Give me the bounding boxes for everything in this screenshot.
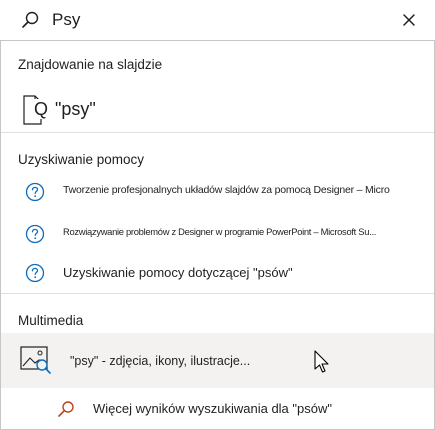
media-result-row[interactable]: "psy" - zdjęcia, ikony, ilustracje...	[1, 333, 434, 388]
help-circle-icon	[25, 263, 45, 283]
find-result-text: "psy"	[55, 99, 96, 119]
close-icon[interactable]	[399, 10, 419, 30]
help-item-psy[interactable]: Uzyskiwanie pomocy dotyczącej "psów"	[1, 256, 434, 290]
more-results-row[interactable]: Więcej wyników wyszukiwania dla "psów"	[1, 391, 434, 427]
help-item-label: Uzyskiwanie pomocy dotyczącej "psów"	[63, 265, 293, 280]
search-bar	[0, 0, 435, 40]
find-result-q-glyph: Q	[34, 99, 49, 119]
help-item-label: Tworzenie profesjonalnych układów slajdó…	[63, 184, 390, 196]
results-dropdown: Znajdowanie na slajdzie Q "psy" Uzyskiwa…	[0, 40, 435, 430]
more-results-label: Więcej wyników wyszukiwania dla "psów"	[93, 401, 332, 416]
divider	[1, 132, 434, 133]
help-item-designer-layouts[interactable]: Tworzenie profesjonalnych układów slajdó…	[1, 175, 434, 209]
mouse-cursor-icon	[314, 350, 329, 373]
search-panel: Znajdowanie na slajdzie Q "psy" Uzyskiwa…	[0, 0, 435, 430]
image-search-icon	[20, 346, 51, 374]
search-icon	[58, 401, 74, 417]
help-circle-icon	[25, 182, 45, 202]
divider	[1, 293, 434, 294]
section-title-help: Uzyskiwanie pomocy	[18, 152, 145, 167]
section-title-media: Multimedia	[18, 313, 84, 328]
help-item-designer-troubleshoot[interactable]: Rozwiązywanie problemów z Designer w pro…	[1, 217, 434, 251]
search-icon	[22, 11, 39, 28]
help-circle-icon	[25, 224, 45, 244]
section-title-find: Znajdowanie na slajdzie	[18, 57, 163, 72]
search-input[interactable]	[52, 6, 372, 34]
help-item-label: Rozwiązywanie problemów z Designer w pro…	[63, 226, 377, 237]
find-result-row[interactable]: Q "psy"	[1, 87, 434, 131]
media-result-text: "psy" - zdjęcia, ikony, ilustracje...	[70, 354, 251, 368]
